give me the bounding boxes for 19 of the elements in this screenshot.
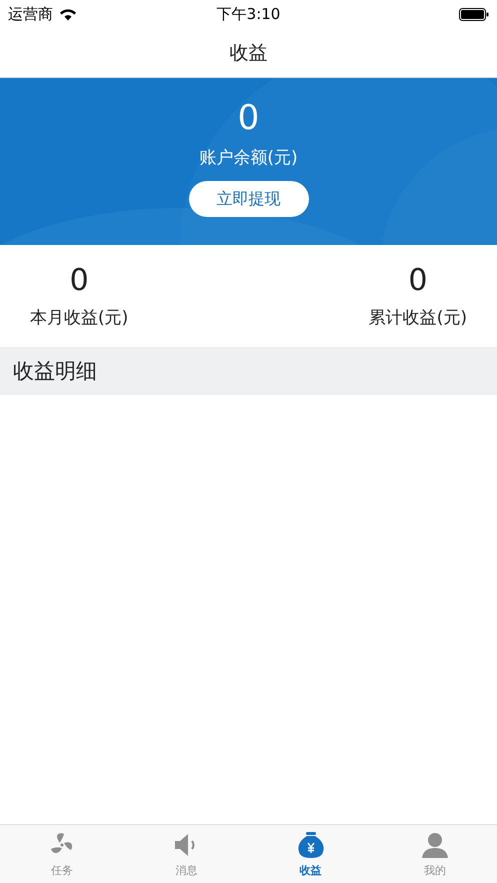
stat-value: 0 [70, 263, 89, 298]
wifi-icon [59, 8, 77, 20]
balance-amount: 0 [238, 98, 260, 138]
page-title: 收益 [230, 40, 268, 66]
stat-label: 本月收益(元) [30, 307, 128, 329]
status-time: 下午3:10 [216, 4, 280, 24]
tab[interactable]: 我的 [372, 825, 497, 883]
person-icon [420, 830, 449, 858]
battery-icon [459, 8, 489, 20]
carrier-name: 运营商 [8, 4, 53, 24]
tab[interactable]: 收益 [248, 825, 373, 883]
section-title: 收益明细 [13, 358, 97, 385]
stat-value: 0 [408, 263, 428, 298]
balance-label: 账户余额(元) [199, 147, 298, 169]
tab[interactable]: 任务 [0, 825, 124, 883]
withdraw-button[interactable]: 立即提现 [188, 181, 308, 217]
money-bag-icon [296, 830, 325, 858]
stat-label: 累计收益(元) [368, 307, 467, 329]
tab[interactable]: 消息 [124, 825, 248, 883]
